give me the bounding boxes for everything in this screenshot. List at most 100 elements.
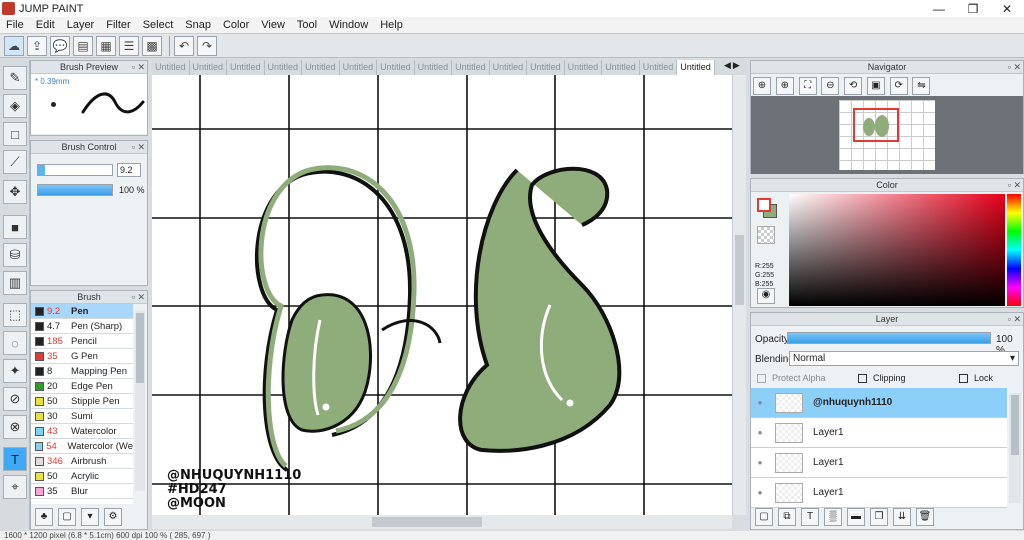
chevron-right-icon[interactable]: ▶: [733, 60, 740, 75]
settings-grid-icon[interactable]: ▩: [142, 35, 162, 56]
panel-float-close-icon[interactable]: ▫ ✕: [1008, 179, 1021, 192]
panel-float-close-icon[interactable]: ▫ ✕: [1008, 313, 1021, 326]
brush-size-slider[interactable]: [37, 164, 113, 176]
brush-item[interactable]: 20 Edge Pen: [31, 379, 133, 394]
brush-item[interactable]: 4.7 Pen (Sharp): [31, 319, 133, 334]
layer-list-scrollbar[interactable]: [1009, 393, 1021, 503]
foreground-color-swatch[interactable]: [757, 198, 771, 212]
menu-edit[interactable]: Edit: [30, 19, 61, 31]
brush-item[interactable]: 35 Blur: [31, 484, 133, 499]
brush-opacity-slider[interactable]: [37, 184, 113, 196]
zoom-in-icon[interactable]: ⊕: [753, 77, 771, 95]
menu-select[interactable]: Select: [137, 19, 180, 31]
share-icon[interactable]: ⇪: [27, 35, 47, 56]
menu-view[interactable]: View: [255, 19, 291, 31]
tab-untitled[interactable]: Untitled: [302, 60, 340, 75]
select-eraser-icon[interactable]: ⊗: [3, 415, 27, 439]
magic-wand-icon[interactable]: ✦: [3, 359, 27, 383]
eye-icon[interactable]: ●: [751, 488, 769, 497]
panel-float-close-icon[interactable]: ▫ ✕: [132, 291, 145, 304]
flip-icon[interactable]: ⇋: [912, 77, 931, 95]
bucket-tool-icon[interactable]: ⛁: [3, 243, 27, 267]
panel-float-close-icon[interactable]: ▫ ✕: [1008, 61, 1021, 74]
layer-row[interactable]: ● Layer1: [751, 448, 1007, 478]
rotate-right-icon[interactable]: ⟳: [889, 77, 908, 95]
brush-size-field[interactable]: 9.2: [117, 163, 141, 177]
maximize-button[interactable]: ❐: [956, 2, 990, 16]
comment-icon[interactable]: 💬: [50, 35, 70, 56]
menu-tool[interactable]: Tool: [291, 19, 323, 31]
gradient-tool-icon[interactable]: ▥: [3, 271, 27, 295]
tab-untitled[interactable]: Untitled: [640, 60, 678, 75]
layer-row[interactable]: ● Layer1: [751, 478, 1007, 508]
merge-layer-icon[interactable]: ⇊: [893, 508, 911, 526]
tab-untitled[interactable]: Untitled: [602, 60, 640, 75]
color-saturation-field[interactable]: [789, 194, 1005, 306]
tab-scroll-buttons[interactable]: ◀ ▶: [724, 60, 746, 75]
eye-icon[interactable]: ●: [751, 458, 769, 467]
panel-float-close-icon[interactable]: ▫ ✕: [132, 141, 145, 154]
tab-untitled[interactable]: Untitled: [265, 60, 303, 75]
eye-icon[interactable]: ●: [751, 398, 769, 407]
tab-untitled[interactable]: Untitled: [415, 60, 453, 75]
brush-tree-icon[interactable]: ♣: [35, 508, 53, 526]
zoom-in-alt-icon[interactable]: ⊕: [775, 77, 794, 95]
eraser-tool-icon[interactable]: ◈: [3, 94, 27, 118]
tab-untitled[interactable]: Untitled: [377, 60, 415, 75]
layer-opacity-slider[interactable]: [787, 332, 991, 344]
message-icon[interactable]: ▤: [73, 35, 93, 56]
move-tool-icon[interactable]: ✥: [3, 180, 27, 204]
rectangle-tool-icon[interactable]: □: [3, 122, 27, 146]
tab-untitled[interactable]: Untitled: [527, 60, 565, 75]
new-layer-icon[interactable]: ▢: [755, 508, 773, 526]
menu-help[interactable]: Help: [374, 19, 409, 31]
lasso-icon[interactable]: ◌: [3, 331, 27, 355]
redo-icon[interactable]: ↷: [197, 35, 217, 56]
trash-icon[interactable]: 🗑: [916, 508, 934, 526]
navigator-viewport[interactable]: [751, 96, 1023, 174]
tab-untitled[interactable]: Untitled: [452, 60, 490, 75]
brush-item[interactable]: 35 G Pen: [31, 349, 133, 364]
tab-untitled[interactable]: Untitled: [152, 60, 190, 75]
chevron-left-icon[interactable]: ◀: [724, 60, 731, 75]
line-tool-icon[interactable]: ⟋: [3, 150, 27, 174]
brush-item[interactable]: 43 Watercolor: [31, 424, 133, 439]
new-brush-icon[interactable]: ▢: [58, 508, 76, 526]
brush-item[interactable]: 346 Airbrush: [31, 454, 133, 469]
layer-row[interactable]: ● Layer1: [751, 418, 1007, 448]
copy-layer-icon[interactable]: ⧉: [778, 508, 796, 526]
clipping-checkbox[interactable]: [858, 373, 867, 383]
menu-snap[interactable]: Snap: [179, 19, 217, 31]
transparent-color-icon[interactable]: [757, 226, 775, 244]
tab-untitled[interactable]: Untitled: [340, 60, 378, 75]
reset-view-icon[interactable]: ▣: [866, 77, 885, 95]
brush-item[interactable]: 9.2 Pen: [31, 304, 133, 319]
panel-float-close-icon[interactable]: ▫ ✕: [132, 61, 145, 74]
cloud-icon[interactable]: ☁: [4, 35, 24, 56]
list-icon[interactable]: ☰: [119, 35, 139, 56]
menu-color[interactable]: Color: [217, 19, 255, 31]
brush-item[interactable]: 8 Mapping Pen: [31, 364, 133, 379]
brush-tool-icon[interactable]: ✎: [3, 66, 27, 90]
menu-window[interactable]: Window: [323, 19, 374, 31]
tab-untitled[interactable]: Untitled: [490, 60, 528, 75]
fill-rect-tool-icon[interactable]: ■: [3, 215, 27, 239]
protect-alpha-checkbox[interactable]: [757, 373, 766, 383]
brush-item[interactable]: 30 Sumi: [31, 409, 133, 424]
fit-screen-icon[interactable]: ⛶: [798, 77, 817, 95]
blending-select[interactable]: Normal ▾: [789, 351, 1019, 366]
menu-layer[interactable]: Layer: [61, 19, 101, 31]
layer-row[interactable]: ● @nhuquynh1110: [751, 388, 1007, 418]
tab-untitled[interactable]: Untitled: [190, 60, 228, 75]
brush-item[interactable]: 185 Pencil: [31, 334, 133, 349]
brush-settings-icon[interactable]: ⚙: [104, 508, 122, 526]
select-rect-icon[interactable]: ⬚: [3, 303, 27, 327]
tab-untitled-active[interactable]: Untitled: [677, 60, 715, 75]
brush-item[interactable]: 50 Acrylic: [31, 469, 133, 484]
navigator-view-rect[interactable]: [853, 108, 899, 142]
lock-checkbox[interactable]: [959, 373, 968, 383]
eye-icon[interactable]: ●: [751, 428, 769, 437]
close-button[interactable]: ✕: [990, 2, 1024, 16]
text-tool-icon[interactable]: T: [3, 447, 27, 471]
menu-file[interactable]: File: [0, 19, 30, 31]
